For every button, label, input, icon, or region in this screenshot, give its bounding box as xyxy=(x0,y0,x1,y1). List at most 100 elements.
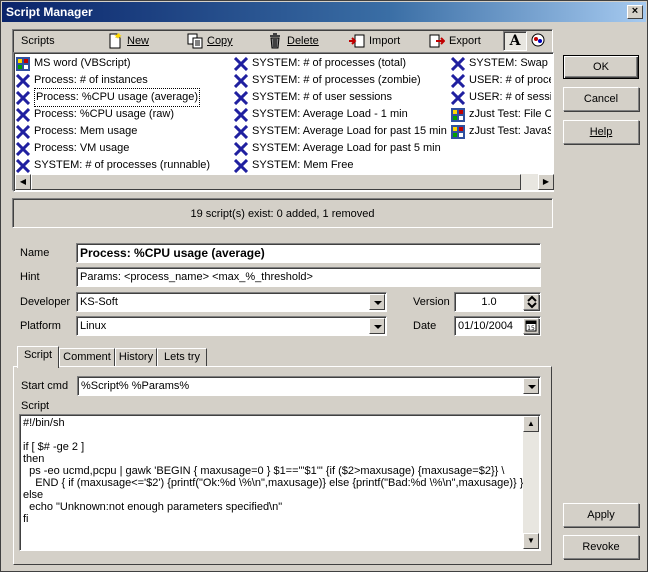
vbscript-icon xyxy=(451,107,465,122)
list-item[interactable]: zJust Test: File Co xyxy=(451,106,551,123)
x-script-icon xyxy=(15,90,31,105)
x-script-icon xyxy=(451,73,466,88)
version-field[interactable]: 1.0 xyxy=(454,292,541,312)
arrow-up-icon: ▲ xyxy=(527,419,535,428)
list-item[interactable]: SYSTEM: # of processes (zombie) xyxy=(233,72,449,89)
developer-value: KS-Soft xyxy=(80,296,118,308)
scripts-list-column-3: SYSTEM: Swap F USER: # of proce USER: # … xyxy=(451,55,551,175)
script-content: #!/bin/sh if [ $# -ge 2 ] then ps -eo uc… xyxy=(20,415,523,548)
status-bar: 19 script(s) exist: 0 added, 1 removed xyxy=(12,198,553,228)
start-cmd-value: %Script% %Params% xyxy=(81,380,190,392)
delete-button[interactable]: Delete xyxy=(267,32,319,50)
tab-history[interactable]: History xyxy=(115,348,157,367)
start-cmd-combo[interactable]: %Script% %Params% xyxy=(77,376,541,396)
x-script-icon xyxy=(233,107,249,122)
x-script-icon xyxy=(15,107,31,122)
hint-field[interactable]: Params: <process_name> <max_%_threshold> xyxy=(76,267,541,287)
arrow-right-icon: ▶ xyxy=(542,177,550,186)
import-button[interactable]: Import xyxy=(349,32,400,50)
version-spin-button[interactable] xyxy=(523,294,539,310)
script-line: else xyxy=(23,489,44,501)
name-field[interactable]: Process: %CPU usage (average) xyxy=(76,243,541,263)
developer-combo[interactable]: KS-Soft xyxy=(76,292,387,312)
copy-icon xyxy=(187,33,203,49)
script-editor[interactable]: #!/bin/sh if [ $# -ge 2 ] then ps -eo uc… xyxy=(19,414,541,551)
scroll-thumb[interactable] xyxy=(31,174,521,190)
svg-text:15: 15 xyxy=(527,325,535,332)
script-line xyxy=(20,429,523,441)
help-label: Help xyxy=(589,126,613,138)
list-item[interactable]: MS word (VBScript) xyxy=(16,55,231,72)
chevron-down-icon[interactable] xyxy=(369,294,385,310)
scripts-label: Scripts xyxy=(21,35,55,47)
vbscript-icon xyxy=(451,124,465,139)
chevron-down-icon[interactable] xyxy=(523,378,539,394)
script-line: if [ $# -ge 2 ] xyxy=(23,441,85,453)
scroll-down-button[interactable]: ▼ xyxy=(523,533,539,549)
platform-value: Linux xyxy=(80,320,107,332)
view-options-button[interactable] xyxy=(530,32,548,50)
cancel-button[interactable]: Cancel xyxy=(563,87,639,111)
script-line: #!/bin/sh xyxy=(23,417,65,429)
font-button[interactable]: A xyxy=(503,31,527,51)
x-script-icon xyxy=(15,124,31,139)
list-item[interactable]: zJust Test: JavaS xyxy=(451,123,551,140)
scripts-panel: Scripts New Copy Delete Import Export A … xyxy=(12,29,554,192)
list-item[interactable]: SYSTEM: Swap F xyxy=(451,55,551,72)
import-icon xyxy=(349,33,365,49)
horizontal-scrollbar[interactable]: ◀ ▶ xyxy=(15,174,554,190)
list-item[interactable]: SYSTEM: Mem Free xyxy=(233,157,449,174)
new-document-icon xyxy=(107,33,123,49)
tab-comment[interactable]: Comment xyxy=(59,348,115,367)
status-text: 19 script(s) exist: 0 added, 1 removed xyxy=(190,208,375,220)
script-manager-window: Script Manager × Scripts New Copy Delete… xyxy=(0,0,648,572)
list-item[interactable]: Process: Mem usage xyxy=(15,123,231,140)
tab-lets-try[interactable]: Lets try xyxy=(157,348,207,367)
version-value: 1.0 xyxy=(481,296,497,308)
x-script-icon xyxy=(451,56,466,71)
calendar-button[interactable]: 15 xyxy=(523,318,539,334)
chevron-down-icon[interactable] xyxy=(369,318,385,334)
script-line: ps -eo ucmd,pcpu | gawk 'BEGIN { maxusag… xyxy=(23,465,505,477)
list-item[interactable]: SYSTEM: # of processes (runnable) xyxy=(15,157,231,174)
new-button[interactable]: New xyxy=(107,32,149,50)
scroll-right-button[interactable]: ▶ xyxy=(538,174,554,190)
vertical-scrollbar[interactable]: ▲ ▼ xyxy=(523,416,539,549)
window-title: Script Manager xyxy=(6,5,93,19)
close-button[interactable]: × xyxy=(627,5,643,19)
apply-button[interactable]: Apply xyxy=(563,503,639,527)
list-item[interactable]: SYSTEM: Average Load for past 5 min xyxy=(233,140,449,157)
delete-label: Delete xyxy=(287,35,319,47)
list-item[interactable]: SYSTEM: # of processes (total) xyxy=(233,55,449,72)
developer-label: Developer xyxy=(20,296,71,308)
revoke-button[interactable]: Revoke xyxy=(563,535,639,559)
list-item[interactable]: SYSTEM: # of user sessions xyxy=(233,89,449,106)
scripts-toolbar: Scripts New Copy Delete Import Export A xyxy=(13,30,554,52)
help-button[interactable]: Help xyxy=(563,120,639,144)
list-item[interactable]: Process: # of instances xyxy=(15,72,231,89)
list-item[interactable]: USER: # of sessio xyxy=(451,89,551,106)
copy-button[interactable]: Copy xyxy=(187,32,233,50)
ok-button[interactable]: OK xyxy=(563,55,639,79)
list-item-selected[interactable]: Process: %CPU usage (average) xyxy=(15,88,231,107)
list-item[interactable]: Process: VM usage xyxy=(15,140,231,157)
date-label: Date xyxy=(413,320,437,332)
list-item[interactable]: USER: # of proce xyxy=(451,72,551,89)
tab-script[interactable]: Script xyxy=(17,346,59,368)
platform-label: Platform xyxy=(20,320,61,332)
platform-combo[interactable]: Linux xyxy=(76,316,387,336)
scroll-left-button[interactable]: ◀ xyxy=(15,174,31,190)
x-script-icon xyxy=(233,124,249,139)
view-options-icon xyxy=(530,32,546,48)
name-label: Name xyxy=(20,247,50,259)
list-item[interactable]: SYSTEM: Average Load - 1 min xyxy=(233,106,449,123)
scripts-list[interactable]: MS word (VBScript) Process: # of instanc… xyxy=(13,52,554,192)
calendar-icon: 15 xyxy=(524,319,540,335)
date-field[interactable]: 01/10/2004 15 xyxy=(454,316,541,336)
list-item[interactable]: Process: %CPU usage (raw) xyxy=(15,106,231,123)
list-item[interactable]: SYSTEM: Average Load for past 15 min xyxy=(233,123,449,140)
x-script-icon xyxy=(15,158,31,173)
x-script-icon xyxy=(233,90,249,105)
scroll-up-button[interactable]: ▲ xyxy=(523,416,539,432)
export-button[interactable]: Export xyxy=(429,32,481,50)
